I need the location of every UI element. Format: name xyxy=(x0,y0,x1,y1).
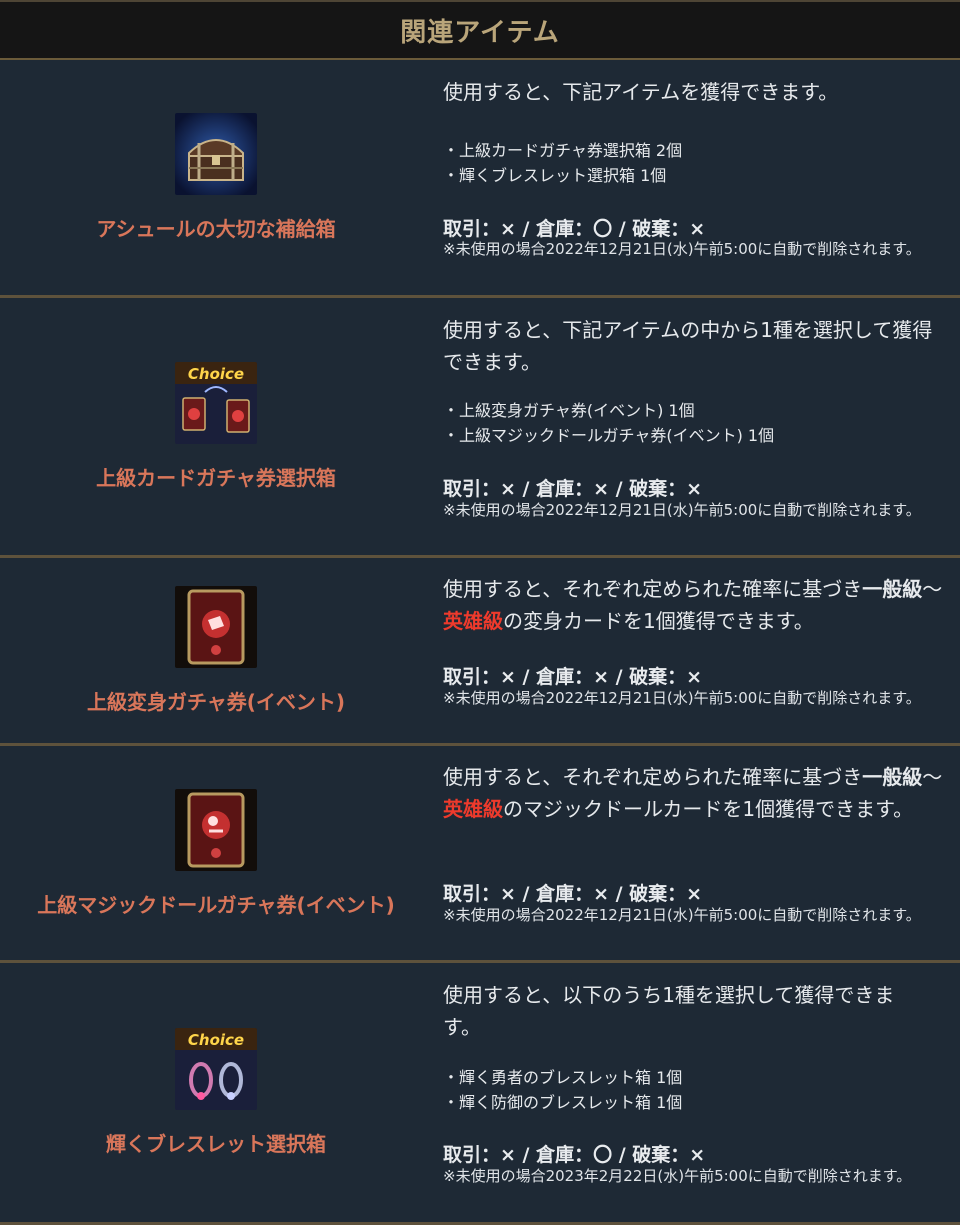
item-description: 使用すると、以下のうち1種を選択して獲得できます。 xyxy=(443,983,895,1039)
list-item: ・上級マジックドールガチャ券(イベント) 1個 xyxy=(443,426,775,445)
expiry-note: ※未使用の場合2023年2月22日(水)午前5:00に自動で削除されます。 xyxy=(443,1167,912,1185)
trade-status: 取引：× / 倉庫：〇 / 破棄：× xyxy=(443,1144,706,1166)
item-identity: Choice 輝くブレスレット選択箱 xyxy=(0,963,432,1222)
section-header: 関連アイテム xyxy=(0,0,960,60)
item-contents: ・輝く勇者のブレスレット箱 1個 ・輝く防御のブレスレット箱 1個 xyxy=(443,1065,682,1115)
expiry-note: ※未使用の場合2022年12月21日(水)午前5:00に自動で削除されます。 xyxy=(443,689,921,707)
item-name: 上級マジックドールガチャ券(イベント) xyxy=(37,892,395,917)
list-item: ・輝くブレスレット選択箱 1個 xyxy=(443,166,667,185)
list-item: ・上級変身ガチャ券(イベント) 1個 xyxy=(443,401,695,420)
expiry-note: ※未使用の場合2022年12月21日(水)午前5:00に自動で削除されます。 xyxy=(443,501,921,519)
icon-label: Choice xyxy=(188,365,244,383)
item-contents: ・上級変身ガチャ券(イベント) 1個 ・上級マジックドールガチャ券(イベント) … xyxy=(443,398,774,448)
item-name: 上級カードガチャ券選択箱 xyxy=(96,466,336,490)
grade-hero: 英雄級 xyxy=(443,609,503,633)
item-row: 上級変身ガチャ券(イベント) 使用すると、それぞれ定められた確率に基づき一般級～… xyxy=(0,558,960,746)
grade-normal: 一般級 xyxy=(862,577,923,601)
item-identity: アシュールの大切な補給箱 xyxy=(0,60,432,295)
expiry-note: ※未使用の場合2022年12月21日(水)午前5:00に自動で削除されます。 xyxy=(443,240,921,258)
choice-card-box-icon: Choice xyxy=(175,362,257,444)
trade-status: 取引：× / 倉庫：× / 破棄：× xyxy=(443,883,703,905)
transform-card-icon xyxy=(175,586,257,668)
item-name: アシュールの大切な補給箱 xyxy=(96,217,336,241)
section-title: 関連アイテム xyxy=(400,17,560,48)
choice-bracelet-box-icon: Choice xyxy=(175,1028,257,1110)
item-row: Choice 上級カードガチャ券選択箱 使用すると、下記アイテムの中から1種を選… xyxy=(0,298,960,558)
item-name: 上級変身ガチャ券(イベント) xyxy=(86,690,346,714)
trade-status: 取引：× / 倉庫：× / 破棄：× xyxy=(443,666,703,688)
item-name: 輝くブレスレット選択箱 xyxy=(106,1132,326,1156)
magic-doll-card-icon xyxy=(175,788,257,871)
item-description: 使用すると、それぞれ定められた確率に基づき一般級～英雄級のマジックドールカードを… xyxy=(443,765,943,821)
item-identity: 上級マジックドールガチャ券(イベント) xyxy=(0,746,432,960)
item-row: 上級マジックドールガチャ券(イベント) 使用すると、それぞれ定められた確率に基づ… xyxy=(0,746,960,963)
item-identity: Choice 上級カードガチャ券選択箱 xyxy=(0,298,432,555)
item-row: Choice 輝くブレスレット選択箱 使用すると、以下のうち1種を選択して獲得で… xyxy=(0,963,960,1225)
icon-label: Choice xyxy=(188,1031,244,1049)
item-description: 使用すると、下記アイテムを獲得できます。 xyxy=(443,80,839,104)
list-item: ・輝く防御のブレスレット箱 1個 xyxy=(443,1093,683,1112)
trade-status: 取引：× / 倉庫：〇 / 破棄：× xyxy=(443,218,706,240)
trade-status: 取引：× / 倉庫：× / 破棄：× xyxy=(443,478,703,500)
item-identity: 上級変身ガチャ券(イベント) xyxy=(0,558,432,743)
grade-hero: 英雄級 xyxy=(443,797,503,821)
item-contents: ・上級カードガチャ券選択箱 2個 ・輝くブレスレット選択箱 1個 xyxy=(443,138,682,188)
item-description: 使用すると、それぞれ定められた確率に基づき一般級～英雄級の変身カードを1個獲得で… xyxy=(443,577,943,633)
item-description: 使用すると、下記アイテムの中から1種を選択して獲得できます。 xyxy=(443,318,933,374)
treasure-chest-icon xyxy=(175,113,257,195)
expiry-note: ※未使用の場合2022年12月21日(水)午前5:00に自動で削除されます。 xyxy=(443,906,921,924)
item-row: アシュールの大切な補給箱 使用すると、下記アイテムを獲得できます。 ・上級カード… xyxy=(0,60,960,298)
list-item: ・上級カードガチャ券選択箱 2個 xyxy=(443,141,683,160)
grade-normal: 一般級 xyxy=(862,765,923,789)
list-item: ・輝く勇者のブレスレット箱 1個 xyxy=(443,1068,683,1087)
